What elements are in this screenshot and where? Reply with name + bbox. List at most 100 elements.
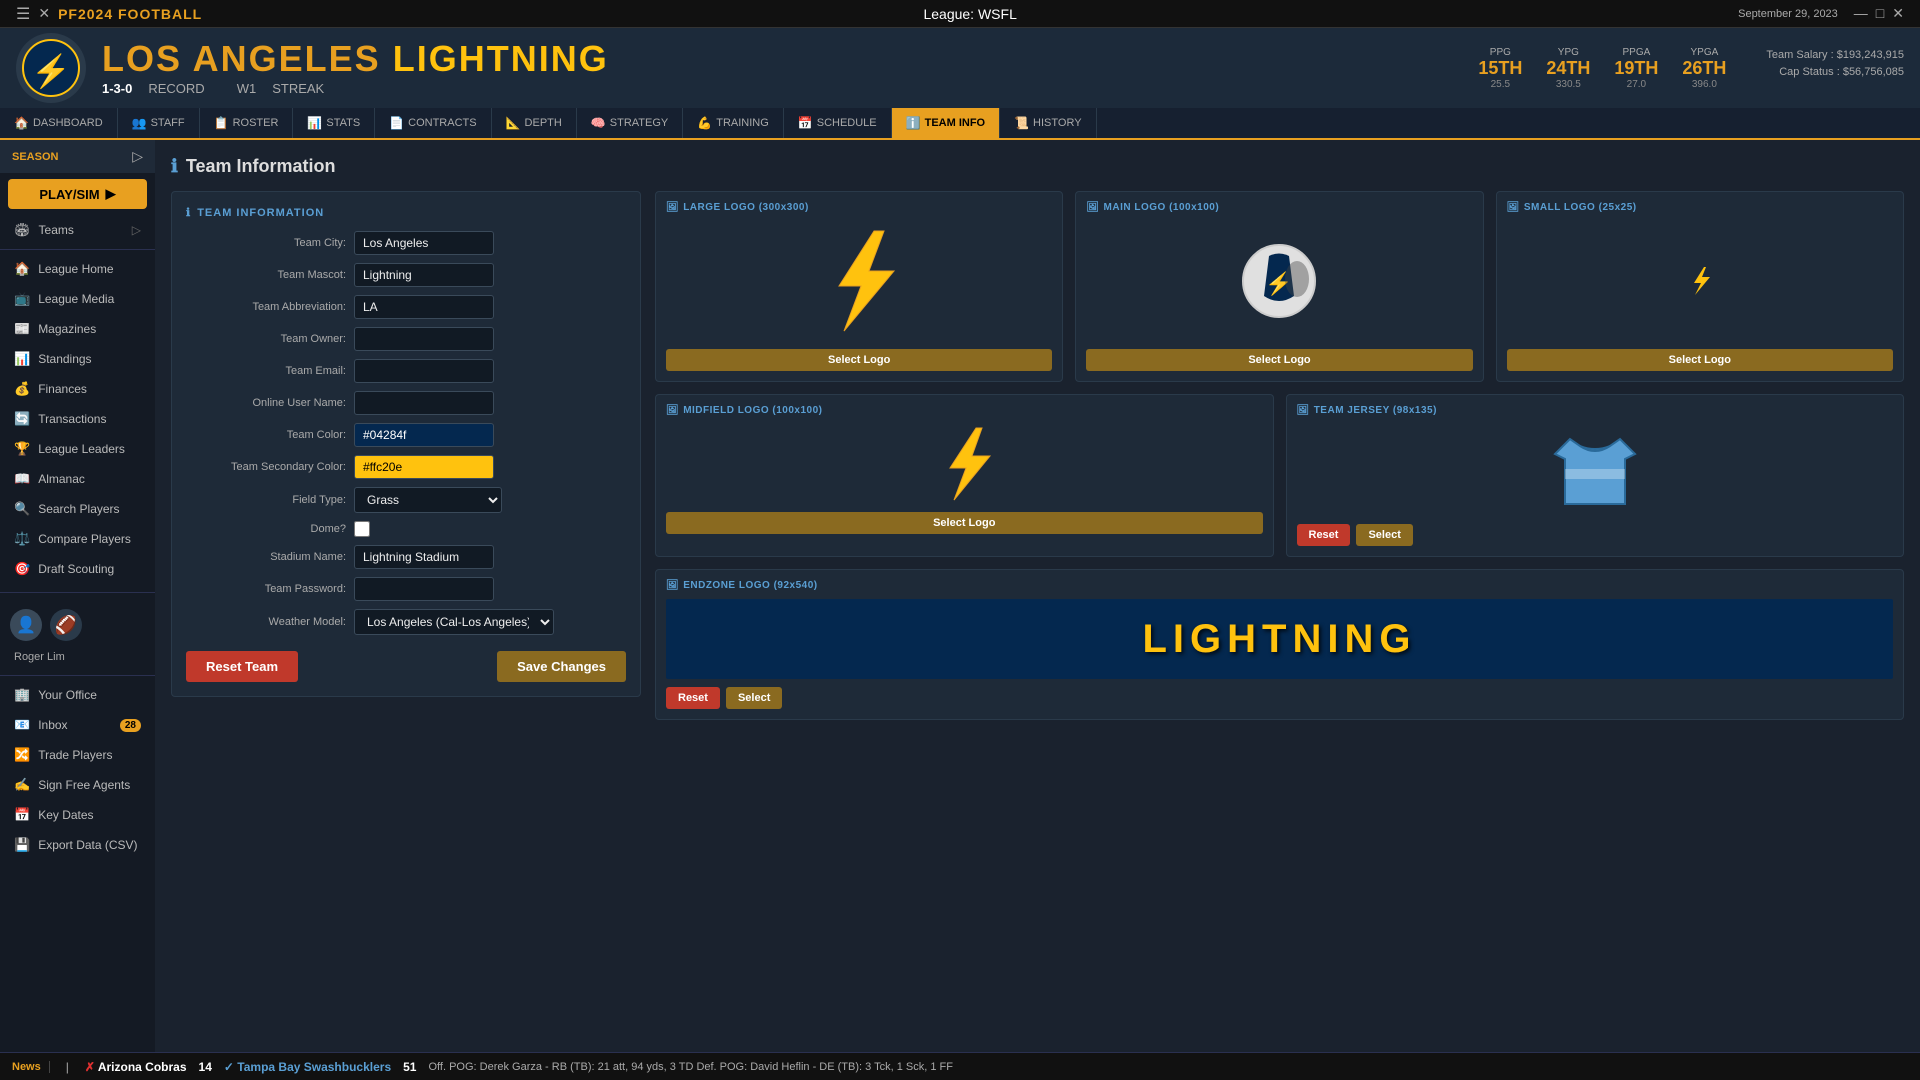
team-email-label: Team Email: bbox=[186, 365, 346, 377]
sidebar-label-export-data: Export Data (CSV) bbox=[38, 838, 137, 852]
team-info-form: ℹ TEAM INFORMATION Team City: Team Masco… bbox=[171, 191, 641, 697]
sidebar-item-compare-players[interactable]: ⚖️ Compare Players bbox=[0, 524, 155, 554]
tab-team-info[interactable]: ℹ️TEAM INFO bbox=[892, 108, 1000, 138]
jersey-preview bbox=[1297, 424, 1894, 524]
minimize-icon[interactable]: — bbox=[1854, 5, 1868, 22]
league-home-icon: 🏠 bbox=[14, 261, 30, 277]
tab-contracts[interactable]: 📄CONTRACTS bbox=[375, 108, 491, 138]
close-window-icon[interactable]: ✕ bbox=[1892, 5, 1904, 22]
reset-endzone-button[interactable]: Reset bbox=[666, 687, 720, 709]
sidebar-item-sign-free-agents[interactable]: ✍️ Sign Free Agents bbox=[0, 770, 155, 800]
main-logo-preview: ⚡ bbox=[1086, 221, 1472, 341]
tab-depth[interactable]: 📐DEPTH bbox=[492, 108, 577, 138]
midfield-logo-title: 🖼 MIDFIELD LOGO (100x100) bbox=[666, 405, 1263, 416]
menu-icon[interactable]: ☰ bbox=[16, 4, 30, 24]
sidebar-label-search-players: Search Players bbox=[38, 502, 119, 516]
select-endzone-button[interactable]: Select bbox=[726, 687, 782, 709]
sidebar-toggle-icon[interactable]: ▷ bbox=[132, 148, 143, 165]
image-icon-jersey: 🖼 bbox=[1297, 405, 1310, 416]
team-abbrev-input[interactable] bbox=[354, 295, 494, 319]
tab-roster[interactable]: 📋ROSTER bbox=[200, 108, 294, 138]
stat-ypg: YPG 24TH 330.5 bbox=[1546, 47, 1590, 90]
team-mascot-input[interactable] bbox=[354, 263, 494, 287]
sidebar-item-draft-scouting[interactable]: 🎯 Draft Scouting bbox=[0, 554, 155, 584]
form-title: ℹ TEAM INFORMATION bbox=[186, 206, 626, 219]
sidebar-item-league-media[interactable]: 📺 League Media bbox=[0, 284, 155, 314]
team-color-input[interactable] bbox=[354, 423, 494, 447]
select-large-logo-button[interactable]: Select Logo bbox=[666, 349, 1052, 371]
team-jersey-title: 🖼 TEAM JERSEY (98x135) bbox=[1297, 405, 1894, 416]
tab-schedule[interactable]: 📅SCHEDULE bbox=[784, 108, 892, 138]
sidebar-item-league-leaders[interactable]: 🏆 League Leaders bbox=[0, 434, 155, 464]
field-weather-model: Weather Model: Los Angeles (Cal-Los Ange… bbox=[186, 609, 626, 635]
team-full-name: LOS ANGELES LIGHTNING bbox=[102, 41, 609, 77]
sidebar-item-trade-players[interactable]: 🔀 Trade Players bbox=[0, 740, 155, 770]
reset-team-button[interactable]: Reset Team bbox=[186, 651, 298, 682]
team-password-input[interactable] bbox=[354, 577, 494, 601]
sidebar-label-sign-free-agents: Sign Free Agents bbox=[38, 778, 130, 792]
tab-stats[interactable]: 📊STATS bbox=[293, 108, 375, 138]
team-city-input[interactable] bbox=[354, 231, 494, 255]
team-email-input[interactable] bbox=[354, 359, 494, 383]
field-type-select[interactable]: Grass Turf bbox=[354, 487, 502, 513]
sidebar-item-magazines[interactable]: 📰 Magazines bbox=[0, 314, 155, 344]
tab-strategy[interactable]: 🧠STRATEGY bbox=[577, 108, 683, 138]
close-icon[interactable]: ✕ bbox=[38, 5, 50, 22]
page-title: ℹ Team Information bbox=[171, 156, 1904, 177]
score1-team1-loss: ✗ Arizona Cobras bbox=[85, 1060, 187, 1074]
select-jersey-button[interactable]: Select bbox=[1356, 524, 1412, 546]
sidebar-item-your-office[interactable]: 🏢 Your Office bbox=[0, 680, 155, 710]
select-main-logo-button[interactable]: Select Logo bbox=[1086, 349, 1472, 371]
maximize-icon[interactable]: □ bbox=[1876, 5, 1884, 22]
select-small-logo-button[interactable]: Select Logo bbox=[1507, 349, 1893, 371]
weather-model-select[interactable]: Los Angeles (Cal-Los Angeles) bbox=[354, 609, 554, 635]
jersey-buttons: Reset Select bbox=[1297, 524, 1894, 546]
sidebar-item-teams[interactable]: 🏟 Teams ▷ bbox=[0, 215, 155, 245]
sidebar-label-transactions: Transactions bbox=[38, 412, 106, 426]
teams-icon: 🏟 bbox=[14, 222, 31, 238]
sidebar-item-standings[interactable]: 📊 Standings bbox=[0, 344, 155, 374]
sidebar-item-key-dates[interactable]: 📅 Key Dates bbox=[0, 800, 155, 830]
online-username-input[interactable] bbox=[354, 391, 494, 415]
sidebar-item-almanac[interactable]: 📖 Almanac bbox=[0, 464, 155, 494]
sidebar: SEASON ▷ PLAY/SIM ▶ 🏟 Teams ▷ 🏠 League H… bbox=[0, 140, 155, 1052]
field-team-color: Team Color: bbox=[186, 423, 626, 447]
play-sim-button[interactable]: PLAY/SIM ▶ bbox=[8, 179, 147, 209]
tab-training[interactable]: 💪TRAINING bbox=[683, 108, 784, 138]
midfield-logo-preview bbox=[666, 424, 1263, 504]
dome-checkbox[interactable] bbox=[354, 521, 370, 537]
bottom-bar: News | ✗ Arizona Cobras 14 ✓ Tampa Bay S… bbox=[0, 1052, 1920, 1080]
tab-staff[interactable]: 👥STAFF bbox=[118, 108, 200, 138]
sidebar-item-search-players[interactable]: 🔍 Search Players bbox=[0, 494, 155, 524]
sidebar-item-inbox[interactable]: 📧 Inbox 28 bbox=[0, 710, 155, 740]
tab-history[interactable]: 📜HISTORY bbox=[1000, 108, 1096, 138]
team-password-label: Team Password: bbox=[186, 583, 346, 595]
image-icon-main: 🖼 bbox=[1086, 202, 1099, 213]
team-jersey-card: 🖼 TEAM JERSEY (98x135) bbox=[1286, 394, 1905, 557]
team-secondary-input[interactable] bbox=[354, 455, 494, 479]
sidebar-item-finances[interactable]: 💰 Finances bbox=[0, 374, 155, 404]
tab-dashboard[interactable]: 🏠DASHBOARD bbox=[0, 108, 118, 138]
your-office-icon: 🏢 bbox=[14, 687, 30, 703]
sidebar-item-export-data[interactable]: 💾 Export Data (CSV) bbox=[0, 830, 155, 860]
field-team-password: Team Password: bbox=[186, 577, 626, 601]
reset-jersey-button[interactable]: Reset bbox=[1297, 524, 1351, 546]
sidebar-label-league-media: League Media bbox=[38, 292, 114, 306]
team-color-label: Team Color: bbox=[186, 429, 346, 441]
select-midfield-logo-button[interactable]: Select Logo bbox=[666, 512, 1263, 534]
stadium-name-input[interactable] bbox=[354, 545, 494, 569]
field-online-username: Online User Name: bbox=[186, 391, 626, 415]
save-changes-button[interactable]: Save Changes bbox=[497, 651, 626, 682]
news-details: Off. POG: Derek Garza - RB (TB): 21 att,… bbox=[428, 1061, 952, 1073]
app-logo: PF2024 FOOTBALL bbox=[58, 6, 202, 22]
endzone-buttons: Reset Select bbox=[666, 687, 1893, 709]
compare-players-icon: ⚖️ bbox=[14, 531, 30, 547]
team-owner-input[interactable] bbox=[354, 327, 494, 351]
svg-text:⚡: ⚡ bbox=[31, 53, 71, 90]
streak-label: STREAK bbox=[272, 81, 324, 96]
sidebar-item-league-home[interactable]: 🏠 League Home bbox=[0, 254, 155, 284]
sidebar-item-transactions[interactable]: 🔄 Transactions bbox=[0, 404, 155, 434]
form-actions: Reset Team Save Changes bbox=[186, 651, 626, 682]
image-icon-small: 🖼 bbox=[1507, 202, 1520, 213]
main-logo-card: 🖼 MAIN LOGO (100x100) ⚡ Select Logo bbox=[1075, 191, 1483, 382]
